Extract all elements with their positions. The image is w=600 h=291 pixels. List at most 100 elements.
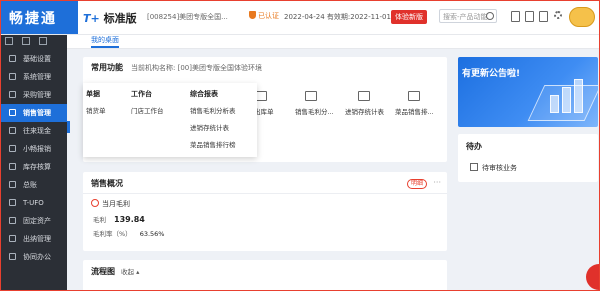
sidebar-item-label: 库存核算: [23, 163, 51, 171]
sidebar-toolbar: [1, 35, 67, 50]
inventory-icon: [9, 163, 16, 170]
sidebar-item-expense[interactable]: 小畅报销: [1, 140, 67, 158]
logo[interactable]: 畅捷通: [1, 1, 78, 34]
gross-profit-icon[interactable]: [305, 91, 317, 101]
gross-margin-row: 毛利率（%） 63.56%: [93, 230, 165, 238]
edit-icon[interactable]: [22, 37, 30, 45]
sidebar-item-tufo[interactable]: T-UFO: [1, 194, 67, 212]
sidebar-item-basic-settings[interactable]: 基础设置: [1, 50, 67, 68]
app-window: 畅捷通 T+ 标准版 [008254]美团专版全国... 已认证 2022-04…: [0, 0, 600, 291]
ranking-icon[interactable]: [408, 91, 420, 101]
avatar[interactable]: [569, 7, 595, 27]
announcement-banner[interactable]: 有更新公告啦!: [458, 57, 598, 127]
sidebar-item-office[interactable]: 协同办公: [1, 248, 67, 266]
cash-icon: [9, 127, 16, 134]
inventory-report-icon[interactable]: [358, 91, 370, 101]
shield-icon: [249, 11, 256, 19]
dropdown-column-workbench: 工作台 门店工作台: [131, 89, 164, 122]
sales-overview-card: 销售概况 明细 ··· 当月毛利 毛利 139.84 毛利率（%） 63.56%: [83, 172, 447, 251]
brand-prefix: T+: [83, 12, 100, 25]
search-icon[interactable]: [486, 12, 494, 20]
dropdown-column-documents: 单据 销货单: [86, 89, 106, 122]
top-header: 畅捷通 T+ 标准版 [008254]美团专版全国... 已认证 2022-04…: [1, 1, 599, 35]
sidebar-item-purchase[interactable]: 采购管理: [1, 86, 67, 104]
calculator-icon[interactable]: [525, 11, 534, 22]
mobile-icon[interactable]: [511, 11, 520, 22]
document-icon: [470, 163, 478, 171]
quick-item-label[interactable]: 销售毛利分...: [295, 106, 334, 116]
sidebar-item-sales[interactable]: 销售管理: [1, 104, 67, 122]
dropdown-column-reports: 综合报表 销售毛利分析表 进销存统计表 菜品销售排行榜: [190, 89, 236, 156]
sidebar-item-label: 协同办公: [23, 253, 51, 261]
flowchart-card: 流程图 收起 ▴: [83, 260, 447, 290]
sidebar-item-ledger[interactable]: 总账: [1, 176, 67, 194]
sidebar-item-label: 销售管理: [23, 109, 51, 117]
active-indicator: [67, 121, 70, 133]
sidebar-item-cash[interactable]: 往来现金: [1, 122, 67, 140]
banner-bar: [574, 79, 583, 113]
message-icon[interactable]: [539, 11, 548, 22]
assets-icon: [9, 217, 16, 224]
settings-icon: [9, 55, 16, 62]
dropdown-header: 单据: [86, 90, 100, 98]
collapse-icon[interactable]: [39, 37, 47, 45]
sidebar-item-label: 基础设置: [23, 55, 51, 63]
menu-toggle-icon[interactable]: [5, 37, 13, 45]
sales-dropdown-menu: 单据 销货单 工作台 门店工作台 综合报表 销售毛利分析表 进销存统计表 菜品销…: [83, 83, 257, 157]
todo-card: 待办 待审核业务: [458, 134, 598, 182]
cashier-icon: [9, 235, 16, 242]
menu-item-dish-ranking[interactable]: 菜品销售排行榜: [190, 139, 236, 149]
menu-item-inventory-report[interactable]: 进销存统计表: [190, 122, 236, 132]
sidebar-item-label: 固定资产: [23, 217, 51, 225]
report-icon: [9, 199, 16, 206]
office-icon: [9, 253, 16, 260]
cart-icon: [9, 91, 16, 98]
menu-item-gross-profit-report[interactable]: 销售毛利分析表: [190, 105, 236, 115]
tab-my-desktop[interactable]: 我的桌面: [91, 35, 119, 48]
sidebar-item-inventory[interactable]: 库存核算: [1, 158, 67, 176]
sidebar-item-label: T-UFO: [23, 199, 44, 207]
product-brand: T+ 标准版: [83, 10, 137, 26]
expense-icon: [9, 145, 16, 152]
quick-item-label[interactable]: 菜品销售排...: [395, 106, 434, 116]
more-icon[interactable]: ···: [433, 178, 441, 187]
sales-overview-title: 销售概况: [91, 179, 123, 188]
monthly-gross-profit-head: 当月毛利: [91, 199, 130, 209]
dropdown-header: 综合报表: [190, 90, 218, 98]
sidebar-item-label: 出纳管理: [23, 235, 51, 243]
sidebar: 基础设置 系统管理 采购管理 销售管理 往来现金 小畅报销 库存核算 总账 T-…: [1, 35, 67, 290]
sidebar-item-label: 采购管理: [23, 91, 51, 99]
gross-profit-row: 毛利 139.84: [93, 215, 145, 224]
announcement-text: 有更新公告啦!: [462, 69, 521, 79]
profit-icon: [91, 199, 99, 207]
collapse-button[interactable]: 收起 ▴: [121, 268, 139, 276]
current-org-label: 当前机构名称: [00]美团专版全国体验环境: [131, 64, 262, 72]
banner-bar: [562, 87, 571, 113]
divider: [83, 193, 447, 194]
flowchart-title: 流程图 收起 ▴: [91, 267, 140, 276]
gross-margin-value: 63.56%: [139, 230, 165, 238]
ledger-icon: [9, 181, 16, 188]
todo-pending-review[interactable]: 待审核业务: [470, 163, 517, 173]
subscription-dates: 2022-04-24 有效期:2022-11-01: [284, 13, 391, 21]
todo-title: 待办: [466, 142, 482, 151]
sidebar-item-system[interactable]: 系统管理: [1, 68, 67, 86]
banner-bar: [550, 95, 559, 113]
quick-item-label[interactable]: 进销存统计表: [345, 106, 384, 116]
auth-status[interactable]: 已认证: [249, 11, 279, 21]
sidebar-item-fixed-assets[interactable]: 固定资产: [1, 212, 67, 230]
menu-item-store-workbench[interactable]: 门店工作台: [131, 105, 164, 115]
sidebar-item-label: 往来现金: [23, 127, 51, 135]
menu-item-sales-order[interactable]: 销货单: [86, 105, 106, 115]
org-name[interactable]: [008254]美团专版全国...: [147, 12, 228, 22]
sidebar-item-label: 小畅报销: [23, 145, 51, 153]
quick-functions-title: 常用功能 当前机构名称: [00]美团专版全国体验环境: [91, 63, 262, 72]
brand-name: 标准版: [103, 12, 137, 25]
gear-icon[interactable]: [554, 11, 562, 19]
detail-button[interactable]: 明细: [406, 179, 427, 189]
gross-profit-value: 139.84: [114, 215, 145, 224]
trial-new-version-button[interactable]: 体验新版: [391, 10, 427, 24]
tab-bar: 我的桌面: [67, 35, 599, 49]
floating-action-button[interactable]: [586, 264, 599, 290]
sidebar-item-cashier[interactable]: 出纳管理: [1, 230, 67, 248]
